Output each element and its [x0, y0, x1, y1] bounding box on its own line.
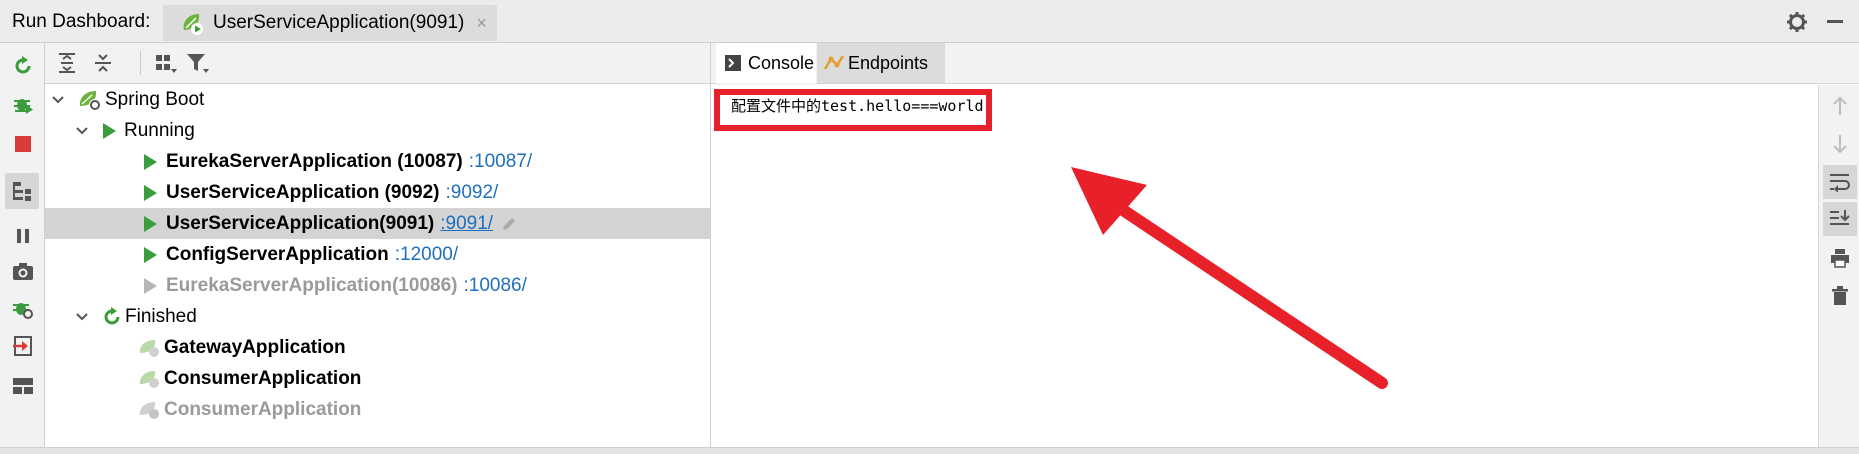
stop-icon[interactable] [10, 131, 36, 157]
minimize-icon[interactable] [1827, 20, 1843, 23]
tree-node-spring-boot[interactable]: Spring Boot [45, 84, 710, 115]
close-icon[interactable]: × [476, 13, 487, 34]
tree-item-config-server[interactable]: ConfigServerApplication :12000/ [45, 239, 710, 270]
port-link[interactable]: :10086/ [463, 275, 526, 297]
run-icon [144, 215, 157, 232]
tree-item-user-service-9092[interactable]: UserServiceApplication (9092) :9092/ [45, 177, 710, 208]
app-name: ConsumerApplication [164, 398, 362, 420]
tree-item-consumer-disabled[interactable]: ConsumerApplication [45, 394, 710, 425]
down-arrow-icon[interactable] [1827, 131, 1853, 157]
filter-icon[interactable] [185, 51, 211, 75]
spring-boot-app-icon [139, 339, 159, 357]
tab-console-label: Console [748, 52, 815, 73]
console-tabs: Console Endpoints [711, 43, 1859, 85]
scroll-to-end-icon[interactable] [1823, 202, 1857, 236]
endpoints-icon [823, 55, 845, 70]
app-name: EurekaServerApplication(10086) [166, 274, 458, 296]
tree-item-gateway[interactable]: GatewayApplication [45, 332, 710, 363]
app-name: GatewayApplication [164, 336, 346, 358]
layout-icon[interactable] [10, 373, 36, 399]
tree-item-user-service-9091[interactable]: UserServiceApplication(9091) :9091/ [45, 208, 710, 239]
print-icon[interactable] [1827, 245, 1853, 271]
port-link[interactable]: :12000/ [395, 244, 458, 266]
tab-console[interactable]: Console [716, 43, 816, 85]
tab-user-service-application[interactable]: UserServiceApplication(9091) × [163, 5, 497, 41]
expand-all-icon[interactable] [54, 51, 80, 75]
collapse-all-icon[interactable] [90, 51, 116, 75]
toolbar-divider [140, 51, 141, 75]
app-name: UserServiceApplication(9091) [166, 212, 435, 234]
chevron-down-icon[interactable] [75, 124, 89, 138]
pause-icon[interactable] [10, 223, 36, 249]
group-by-type-icon[interactable] [5, 173, 39, 209]
tree-item-eureka-10086[interactable]: EurekaServerApplication(10086) :10086/ [45, 270, 710, 301]
port-link[interactable]: :10087/ [469, 151, 532, 173]
console-side-toolbar [1818, 85, 1859, 447]
run-icon [144, 184, 157, 201]
app-name: EurekaServerApplication (10087) [166, 150, 463, 172]
port-link[interactable]: :9092/ [446, 182, 499, 204]
debug-icon[interactable] [10, 91, 36, 117]
camera-icon[interactable] [10, 258, 36, 284]
gear-icon[interactable] [1786, 11, 1808, 33]
tab-endpoints-label: Endpoints [848, 52, 929, 73]
tree-toolbar [45, 43, 710, 84]
rerun-icon[interactable] [10, 53, 36, 79]
spring-boot-run-icon [183, 14, 203, 35]
edit-pencil-icon[interactable] [501, 216, 517, 232]
spring-boot-app-icon [139, 370, 159, 388]
exit-icon[interactable] [10, 333, 36, 359]
tree-item-eureka-10087[interactable]: EurekaServerApplication (10087) :10087/ [45, 146, 710, 177]
soft-wrap-icon[interactable] [1823, 165, 1857, 199]
console-panel: Console Endpoints 配置文件中的test.hello===wor… [711, 43, 1859, 447]
chevron-down-icon[interactable] [75, 310, 89, 324]
tree-node-finished[interactable]: Finished [45, 301, 710, 332]
annotation-highlight-box [714, 89, 992, 131]
tree-label-spring-boot: Spring Boot [105, 88, 205, 110]
trash-icon[interactable] [1827, 283, 1853, 309]
left-toolbar [0, 43, 45, 447]
up-arrow-icon[interactable] [1827, 93, 1853, 119]
tree-label-finished: Finished [125, 305, 197, 327]
run-icon [144, 153, 157, 170]
console-icon [725, 55, 741, 71]
port-link[interactable]: :9091/ [440, 213, 493, 235]
run-dashboard-tree-panel: Spring Boot Running EurekaServerApplicat… [45, 43, 711, 447]
tree-node-running[interactable]: Running [45, 115, 710, 146]
run-icon [144, 246, 157, 263]
debug-settings-icon[interactable] [10, 296, 36, 322]
spring-boot-app-icon [139, 401, 159, 419]
run-dashboard-label: Run Dashboard: [12, 11, 151, 32]
tab-label: UserServiceApplication(9091) [213, 12, 465, 33]
tree-label-running: Running [124, 119, 195, 141]
group-icon[interactable] [153, 51, 179, 75]
run-icon [144, 277, 157, 294]
run-icon [103, 122, 116, 139]
run-dashboard-titlebar: Run Dashboard: UserServiceApplication(90… [0, 0, 1859, 43]
spring-boot-icon [79, 90, 101, 111]
chevron-down-icon[interactable] [51, 93, 65, 107]
tree-item-consumer[interactable]: ConsumerApplication [45, 363, 710, 394]
app-name: ConsumerApplication [164, 367, 362, 389]
app-name: ConfigServerApplication [166, 243, 389, 265]
rerun-icon [104, 306, 120, 324]
app-name: UserServiceApplication (9092) [166, 181, 440, 203]
tab-endpoints[interactable]: Endpoints [817, 43, 945, 83]
